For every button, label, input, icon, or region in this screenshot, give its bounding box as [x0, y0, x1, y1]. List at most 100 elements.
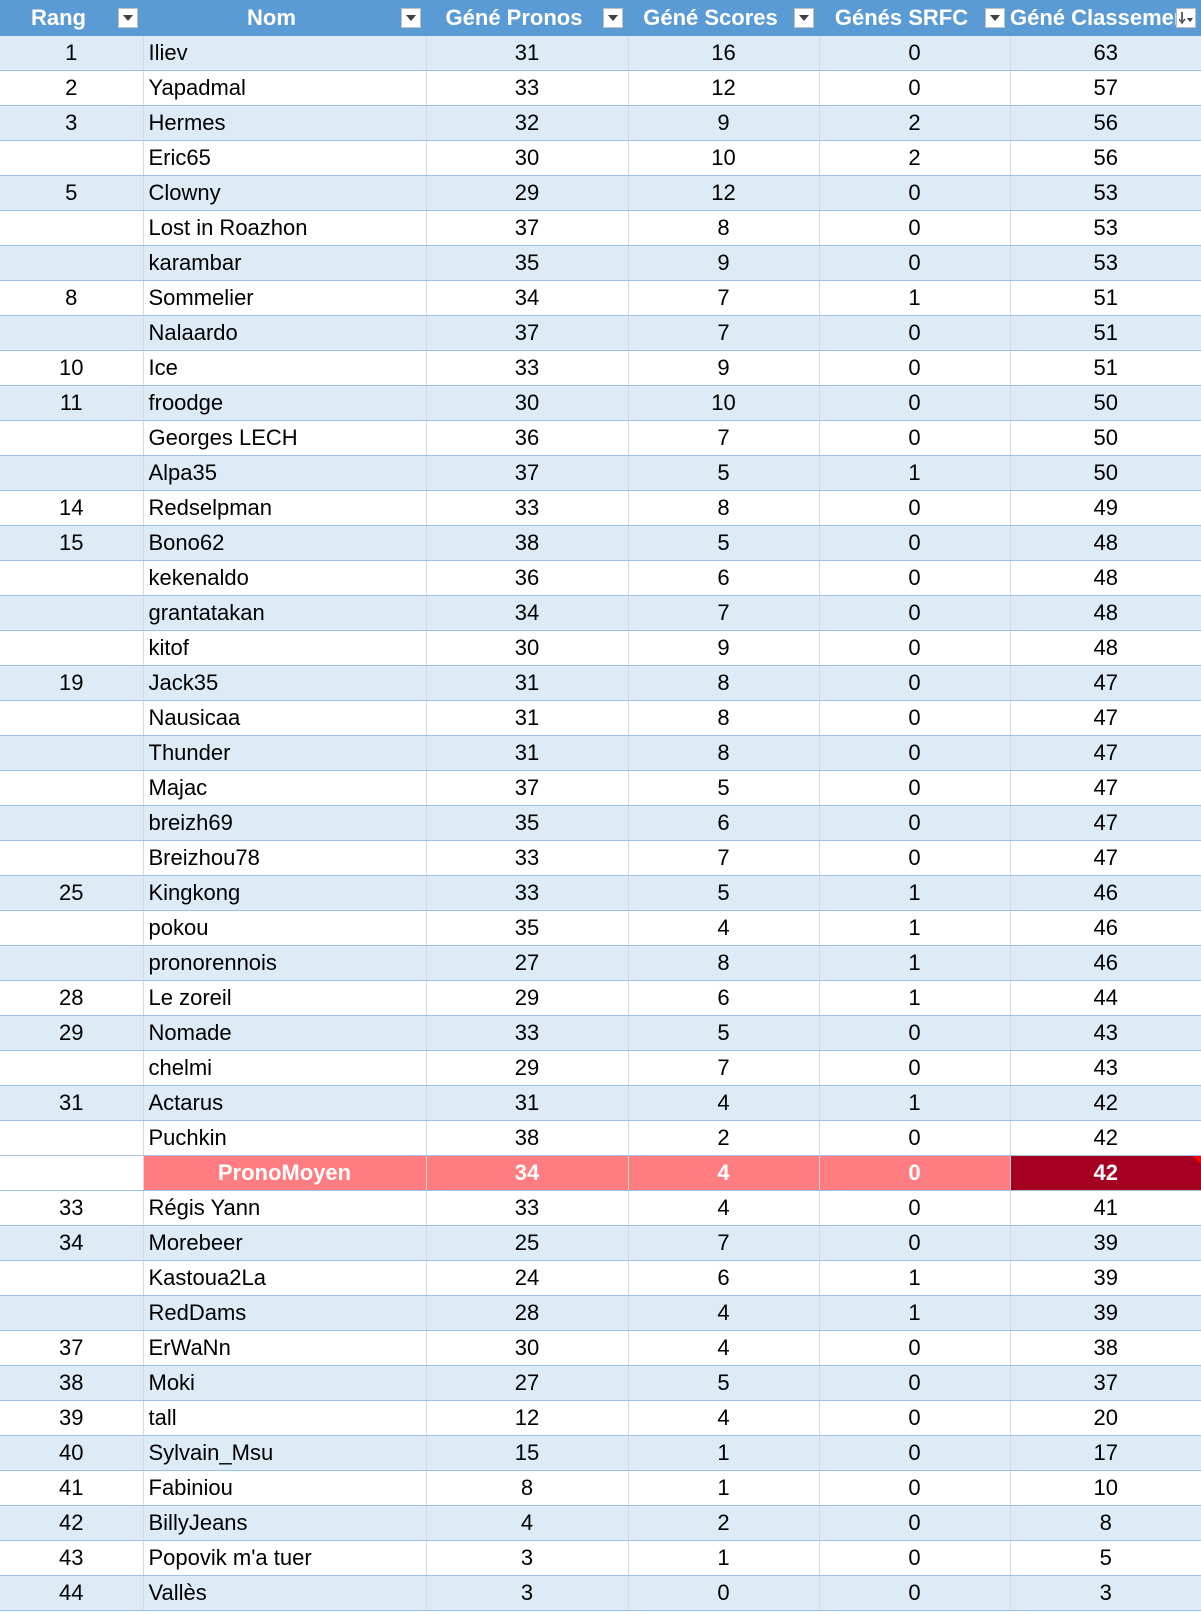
scores-cell[interactable]: 5 — [627, 1365, 819, 1401]
rang-cell[interactable]: 39 — [0, 1400, 143, 1436]
classement-cell[interactable]: 42 — [1009, 1120, 1201, 1156]
rang-cell[interactable] — [0, 1120, 143, 1156]
srfc-cell[interactable]: 0 — [818, 1190, 1010, 1226]
classement-cell[interactable]: 56 — [1009, 140, 1201, 176]
name-cell[interactable]: Majac — [142, 770, 426, 806]
pronos-cell[interactable]: 37 — [425, 210, 628, 246]
scores-cell[interactable]: 10 — [627, 385, 819, 421]
scores-cell[interactable]: 1 — [627, 1540, 819, 1576]
classement-cell[interactable]: 44 — [1009, 980, 1201, 1016]
scores-cell[interactable]: 4 — [627, 910, 819, 946]
rang-cell[interactable]: 25 — [0, 875, 143, 911]
srfc-cell[interactable]: 0 — [818, 735, 1010, 771]
classement-cell[interactable]: 57 — [1009, 70, 1201, 106]
pronos-cell[interactable]: 25 — [425, 1225, 628, 1261]
classement-cell[interactable]: 47 — [1009, 665, 1201, 701]
name-cell[interactable]: Sommelier — [142, 280, 426, 316]
srfc-cell[interactable]: 0 — [818, 560, 1010, 596]
rang-cell[interactable] — [0, 630, 143, 666]
rang-cell[interactable] — [0, 1260, 143, 1296]
srfc-cell[interactable]: 1 — [818, 980, 1010, 1016]
srfc-cell[interactable]: 0 — [818, 1435, 1010, 1471]
name-cell[interactable]: Régis Yann — [142, 1190, 426, 1226]
srfc-cell[interactable]: 0 — [818, 1050, 1010, 1086]
pronos-cell[interactable]: 30 — [425, 630, 628, 666]
classement-cell[interactable]: 8 — [1009, 1505, 1201, 1541]
scores-cell[interactable]: 8 — [627, 210, 819, 246]
name-cell[interactable]: tall — [142, 1400, 426, 1436]
name-cell[interactable]: Redselpman — [142, 490, 426, 526]
name-cell[interactable]: grantatakan — [142, 595, 426, 631]
rang-cell[interactable]: 42 — [0, 1505, 143, 1541]
rang-cell[interactable] — [0, 840, 143, 876]
classement-cell[interactable]: 48 — [1009, 525, 1201, 561]
name-cell[interactable]: Alpa35 — [142, 455, 426, 491]
classement-cell[interactable]: 47 — [1009, 770, 1201, 806]
srfc-cell[interactable]: 0 — [818, 1400, 1010, 1436]
scores-cell[interactable]: 6 — [627, 1260, 819, 1296]
rang-cell[interactable]: 1 — [0, 36, 143, 71]
pronos-cell[interactable]: 38 — [425, 525, 628, 561]
srfc-cell[interactable]: 0 — [818, 1120, 1010, 1156]
srfc-cell[interactable]: 0 — [818, 1225, 1010, 1261]
scores-cell[interactable]: 8 — [627, 945, 819, 981]
pronos-cell[interactable]: 36 — [425, 420, 628, 456]
pronos-cell[interactable]: 34 — [425, 280, 628, 316]
classement-cell[interactable]: 39 — [1009, 1260, 1201, 1296]
pronos-cell[interactable]: 27 — [425, 945, 628, 981]
srfc-cell[interactable]: 0 — [818, 245, 1010, 281]
pronos-cell[interactable]: 37 — [425, 455, 628, 491]
classement-cell[interactable]: 43 — [1009, 1015, 1201, 1051]
srfc-cell[interactable]: 0 — [818, 525, 1010, 561]
classement-cell[interactable]: 49 — [1009, 490, 1201, 526]
rang-cell[interactable]: 10 — [0, 350, 143, 386]
name-cell[interactable]: Le zoreil — [142, 980, 426, 1016]
rang-cell[interactable]: 40 — [0, 1435, 143, 1471]
srfc-cell[interactable]: 1 — [818, 1085, 1010, 1121]
rang-cell[interactable] — [0, 210, 143, 246]
pronos-cell[interactable]: 33 — [425, 840, 628, 876]
rang-cell[interactable] — [0, 700, 143, 736]
pronos-cell[interactable]: 38 — [425, 1120, 628, 1156]
rang-cell[interactable]: 2 — [0, 70, 143, 106]
scores-cell[interactable]: 9 — [627, 630, 819, 666]
srfc-cell[interactable]: 0 — [818, 630, 1010, 666]
scores-cell[interactable]: 1 — [627, 1470, 819, 1506]
scores-cell[interactable]: 8 — [627, 700, 819, 736]
name-cell[interactable]: kekenaldo — [142, 560, 426, 596]
name-cell[interactable]: ErWaNn — [142, 1330, 426, 1366]
classement-cell[interactable]: 53 — [1009, 245, 1201, 281]
rang-cell[interactable]: 14 — [0, 490, 143, 526]
filter-dropdown-button[interactable] — [603, 8, 623, 28]
classement-cell[interactable]: 20 — [1009, 1400, 1201, 1436]
scores-cell[interactable]: 4 — [627, 1330, 819, 1366]
scores-cell[interactable]: 6 — [627, 980, 819, 1016]
scores-cell[interactable]: 8 — [627, 490, 819, 526]
rang-cell[interactable]: 43 — [0, 1540, 143, 1576]
pronos-cell[interactable]: 24 — [425, 1260, 628, 1296]
scores-cell[interactable]: 4 — [627, 1155, 819, 1191]
scores-cell[interactable]: 16 — [627, 36, 819, 71]
pronos-cell[interactable]: 35 — [425, 910, 628, 946]
name-cell[interactable]: chelmi — [142, 1050, 426, 1086]
scores-cell[interactable]: 6 — [627, 805, 819, 841]
pronos-cell[interactable]: 37 — [425, 315, 628, 351]
classement-cell[interactable]: 51 — [1009, 280, 1201, 316]
scores-cell[interactable]: 7 — [627, 420, 819, 456]
name-cell[interactable]: Yapadmal — [142, 70, 426, 106]
pronos-cell[interactable]: 33 — [425, 350, 628, 386]
filter-dropdown-button[interactable] — [985, 8, 1005, 28]
name-cell[interactable]: pronorennois — [142, 945, 426, 981]
classement-cell[interactable]: 50 — [1009, 455, 1201, 491]
rang-cell[interactable] — [0, 595, 143, 631]
srfc-cell[interactable]: 0 — [818, 805, 1010, 841]
name-cell[interactable]: Popovik m'a tuer — [142, 1540, 426, 1576]
classement-cell[interactable]: 37 — [1009, 1365, 1201, 1401]
srfc-cell[interactable]: 1 — [818, 875, 1010, 911]
pronos-cell[interactable]: 30 — [425, 1330, 628, 1366]
name-cell[interactable]: BillyJeans — [142, 1505, 426, 1541]
name-cell[interactable]: Kingkong — [142, 875, 426, 911]
classement-cell[interactable]: 39 — [1009, 1225, 1201, 1261]
scores-cell[interactable]: 7 — [627, 1050, 819, 1086]
name-cell[interactable]: breizh69 — [142, 805, 426, 841]
